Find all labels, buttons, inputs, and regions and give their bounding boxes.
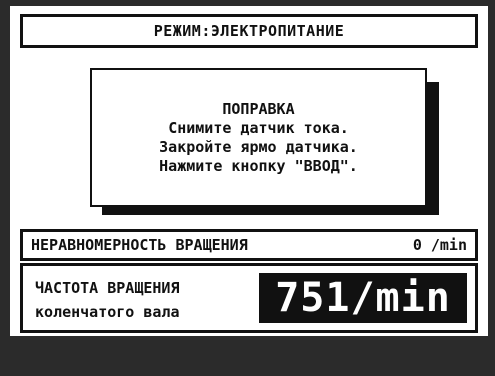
mode-label: РЕЖИМ:ЭЛЕКТРОПИТАНИЕ	[153, 22, 345, 40]
rotation-unevenness-value: 0 /min	[412, 236, 467, 254]
crankshaft-speed-label-line1: ЧАСТОТА ВРАЩЕНИЯ	[35, 279, 180, 297]
display-screen: РЕЖИМ:ЭЛЕКТРОПИТАНИЕ ПОПРАВКА Снимите да…	[10, 6, 488, 336]
rotation-unevenness-label: НЕРАВНОМЕРНОСТЬ ВРАЩЕНИЯ	[31, 236, 248, 254]
dialog-line: Нажмите кнопку "ВВОД".	[159, 156, 358, 175]
dialog-line: Снимите датчик тока.	[168, 118, 349, 137]
crankshaft-speed-label: ЧАСТОТА ВРАЩЕНИЯ коленчатого вала	[35, 276, 180, 324]
crankshaft-speed-panel: ЧАСТОТА ВРАЩЕНИЯ коленчатого вала 751/mi…	[20, 263, 478, 333]
dialog-title: ПОПРАВКА	[222, 99, 295, 118]
rotation-unevenness-row: НЕРАВНОМЕРНОСТЬ ВРАЩЕНИЯ 0 /min	[20, 229, 478, 261]
dialog-line: Закройте ярмо датчика.	[159, 137, 358, 156]
mode-bar: РЕЖИМ:ЭЛЕКТРОПИТАНИЕ	[20, 14, 478, 48]
crankshaft-speed-value: 751/min	[259, 273, 467, 323]
correction-dialog: ПОПРАВКА Снимите датчик тока. Закройте я…	[90, 68, 427, 207]
crankshaft-speed-label-line2: коленчатого вала	[35, 303, 180, 321]
